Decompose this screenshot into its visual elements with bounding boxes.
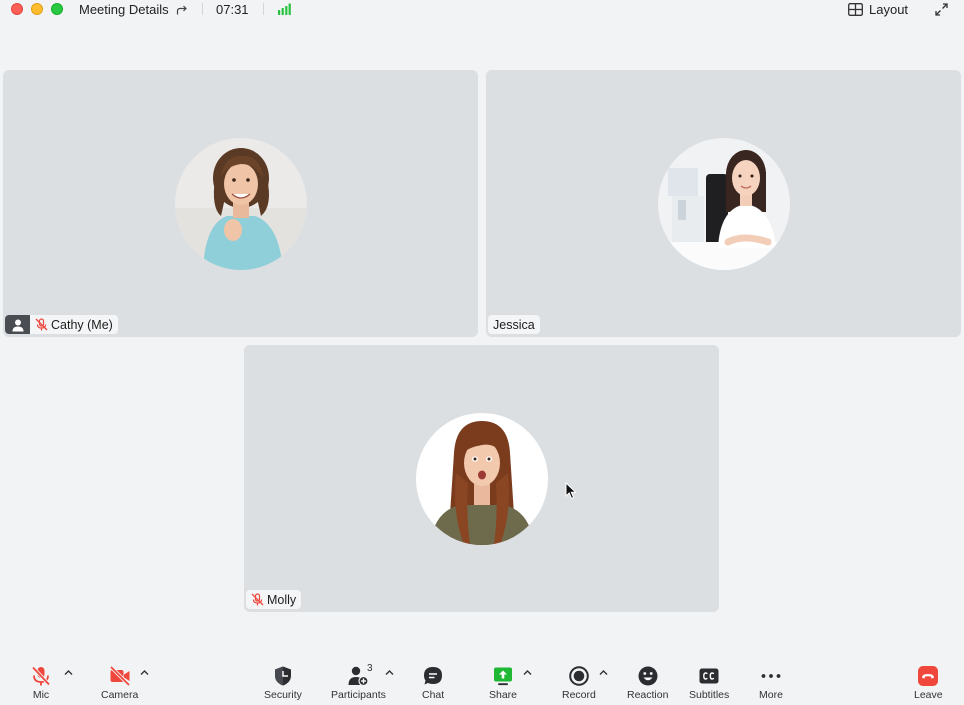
participants-label: Participants [331, 689, 386, 701]
subtitles-label: Subtitles [689, 689, 730, 701]
layout-button[interactable]: Layout [848, 2, 908, 17]
participant-name-tag: Molly [246, 590, 302, 609]
avatar [657, 137, 790, 270]
participant-name: Molly [267, 592, 297, 607]
participant-photo [174, 137, 307, 270]
subtitles-button[interactable]: Subtitles [689, 665, 729, 701]
record-label: Record [562, 689, 596, 701]
record-icon [569, 666, 589, 686]
record-button[interactable]: Record [562, 665, 596, 701]
security-button[interactable]: Security [264, 665, 302, 701]
share-label: Share [489, 689, 518, 701]
window-zoom-button[interactable] [51, 3, 63, 15]
reaction-button[interactable]: Reaction [627, 665, 668, 701]
participant-name-tag: Jessica [488, 315, 540, 334]
mic-muted-icon [251, 593, 264, 606]
participants-count: 3 [367, 663, 373, 674]
leave-label: Leave [914, 689, 943, 701]
camera-options-chevron-icon[interactable] [140, 669, 149, 676]
camera-label: Camera [101, 689, 139, 701]
participant-name: Cathy (Me) [51, 317, 113, 332]
mic-muted-icon [31, 666, 51, 686]
participants-options-chevron-icon[interactable] [385, 669, 394, 676]
reaction-label: Reaction [627, 689, 669, 701]
participant-name: Jessica [493, 317, 535, 332]
meeting-timer: 07:31 [216, 2, 249, 17]
participants-button[interactable]: Participants [331, 665, 386, 701]
mic-muted-icon [35, 318, 48, 331]
share-screen-icon [494, 667, 513, 686]
grid-layout-icon [848, 3, 863, 16]
layout-label: Layout [869, 2, 909, 17]
window-close-button[interactable] [11, 3, 23, 15]
avatar [174, 137, 307, 270]
divider [202, 3, 203, 15]
share-screen-button[interactable]: Share [489, 665, 517, 701]
mouse-cursor-icon [565, 482, 577, 500]
participant-photo [657, 137, 790, 270]
share-arrow-icon [176, 5, 187, 14]
mic-options-chevron-icon[interactable] [64, 669, 73, 676]
video-tile-jessica[interactable]: Jessica [486, 70, 961, 337]
title-bar: Meeting Details 07:31 Layout [0, 0, 964, 20]
security-label: Security [264, 689, 302, 701]
video-tile-molly[interactable]: Molly [244, 345, 719, 612]
camera-off-icon [109, 665, 130, 687]
hang-up-icon [918, 666, 939, 686]
leave-button[interactable]: Leave [914, 665, 943, 701]
record-options-chevron-icon[interactable] [599, 669, 608, 676]
closed-captions-icon [699, 668, 719, 684]
divider [263, 3, 264, 15]
participant-photo [415, 412, 548, 545]
network-signal-icon[interactable] [277, 3, 291, 15]
more-dots-icon [761, 674, 781, 678]
avatar [415, 412, 548, 545]
more-label: More [759, 689, 783, 701]
meeting-details-button[interactable]: Meeting Details [79, 2, 188, 17]
fullscreen-icon[interactable] [935, 3, 948, 16]
chat-bubble-icon [424, 667, 443, 685]
share-options-chevron-icon[interactable] [523, 669, 532, 676]
shield-icon [274, 666, 291, 686]
meeting-details-label: Meeting Details [79, 2, 169, 17]
meeting-toolbar: Mic Camera Security Participants 3 Chat … [0, 660, 964, 705]
more-button[interactable]: More [759, 665, 783, 701]
window-minimize-button[interactable] [31, 3, 43, 15]
chat-button[interactable]: Chat [422, 665, 444, 701]
video-tile-cathy[interactable]: Cathy (Me) [3, 70, 478, 337]
mic-label: Mic [32, 689, 50, 701]
chat-label: Chat [422, 689, 445, 701]
person-icon [5, 315, 30, 334]
camera-button[interactable]: Camera [101, 665, 138, 701]
mic-button[interactable]: Mic [30, 665, 52, 701]
smiley-icon [638, 666, 658, 686]
participant-name-tag: Cathy (Me) [5, 315, 118, 334]
